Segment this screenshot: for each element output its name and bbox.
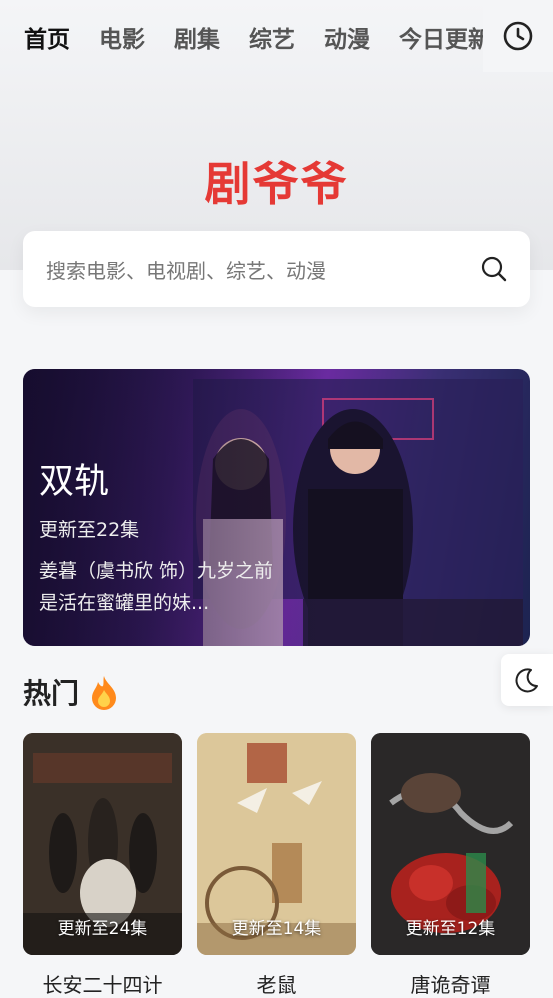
clock-icon bbox=[503, 21, 533, 51]
tab-label: 首页 bbox=[24, 27, 70, 53]
moon-icon bbox=[515, 668, 538, 693]
fire-icon bbox=[92, 676, 116, 710]
featured-banner[interactable]: 双轨 更新至22集 姜暮（虞书欣 饰）九岁之前是活在蜜罐里的妹... bbox=[23, 369, 530, 646]
banner-title: 双轨 bbox=[39, 462, 110, 502]
top-nav: 首页 电影 剧集 综艺 动漫 今日更新 bbox=[0, 0, 553, 80]
tab-series[interactable]: 剧集 bbox=[174, 24, 220, 56]
poster-update-badge: 更新至24集 bbox=[57, 919, 148, 939]
tab-today-updates[interactable]: 今日更新 bbox=[399, 24, 484, 56]
poster-card[interactable]: 更新至12集 bbox=[371, 733, 530, 955]
section-title-hot: 热门 bbox=[23, 677, 80, 710]
search-input[interactable]: 搜索电影、电视剧、综艺、动漫 bbox=[23, 231, 530, 307]
tab-home[interactable]: 首页 bbox=[24, 24, 70, 60]
nav-tabs: 首页 电影 剧集 综艺 动漫 今日更新 bbox=[24, 24, 484, 64]
tab-movies[interactable]: 电影 bbox=[99, 24, 145, 56]
poster-update-badge: 更新至12集 bbox=[405, 919, 496, 939]
tab-anime[interactable]: 动漫 bbox=[324, 24, 370, 56]
poster-card[interactable]: 更新至24集 bbox=[23, 733, 182, 955]
hot-list: 更新至24集 长安二十四计 更新至14集 老鼠 更新至12集 唐诡奇谭 bbox=[23, 733, 553, 997]
banner-update-status: 更新至22集 bbox=[39, 519, 140, 541]
app-logo: 剧爷爷 bbox=[204, 157, 349, 211]
tab-variety[interactable]: 综艺 bbox=[249, 24, 295, 56]
search-icon[interactable] bbox=[480, 255, 508, 283]
poster-card[interactable]: 更新至14集 bbox=[197, 733, 356, 955]
history-button[interactable] bbox=[483, 0, 553, 72]
dark-mode-toggle[interactable] bbox=[501, 654, 553, 706]
poster-update-badge: 更新至14集 bbox=[231, 919, 322, 939]
banner-description: 姜暮（虞书欣 饰）九岁之前是活在蜜罐里的妹... bbox=[39, 560, 274, 614]
search-placeholder: 搜索电影、电视剧、综艺、动漫 bbox=[46, 259, 326, 283]
